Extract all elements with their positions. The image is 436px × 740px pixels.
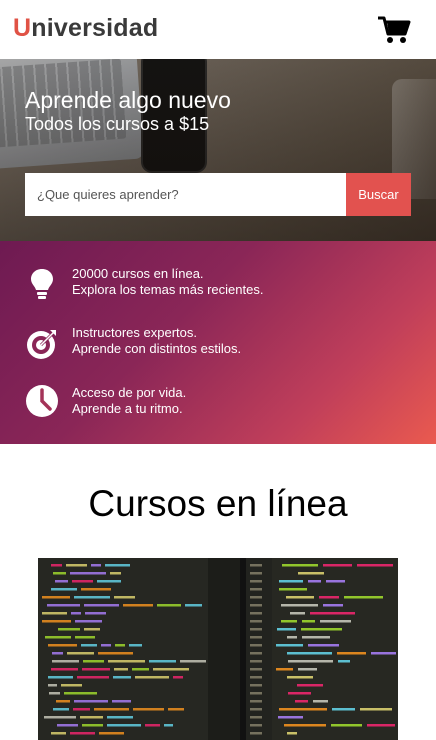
clock-icon <box>25 384 59 418</box>
shopping-cart-icon[interactable] <box>377 15 411 45</box>
feature-description: Aprende con distintos estilos. <box>72 341 242 356</box>
feature-title: Acceso de por vida. <box>72 385 187 400</box>
features-section: 20000 cursos en línea. Explora los temas… <box>0 241 436 444</box>
course-thumbnail[interactable] <box>38 558 398 740</box>
logo-text: niversidad <box>31 14 159 42</box>
hero-title: Aprende algo nuevo <box>25 87 231 113</box>
hero-banner: Aprende algo nuevo Todos los cursos a $1… <box>0 59 436 241</box>
lightbulb-icon <box>25 266 59 300</box>
feature-description: Explora los temas más recientes. <box>72 282 264 297</box>
search-input[interactable] <box>25 173 346 216</box>
feature-item: Acceso de por vida. Aprende a tu ritmo. <box>0 360 436 417</box>
feature-description: Aprende a tu ritmo. <box>72 401 183 416</box>
target-icon <box>25 327 59 361</box>
courses-title: Cursos en línea <box>88 483 348 524</box>
code-editor-image <box>42 564 396 735</box>
hero-subtitle: Todos los cursos a $15 <box>25 114 210 134</box>
search-button[interactable]: Buscar <box>346 173 411 216</box>
feature-item: 20000 cursos en línea. Explora los temas… <box>0 241 436 299</box>
feature-item: Instructores expertos. Aprende con disti… <box>0 300 436 359</box>
search-form: Buscar <box>25 173 411 216</box>
logo-initial: U <box>13 14 32 42</box>
feature-title: 20000 cursos en línea. <box>72 266 204 281</box>
site-logo[interactable]: Universidad <box>13 14 158 43</box>
site-header: Universidad <box>0 0 436 59</box>
feature-title: Instructores expertos. <box>72 325 197 340</box>
